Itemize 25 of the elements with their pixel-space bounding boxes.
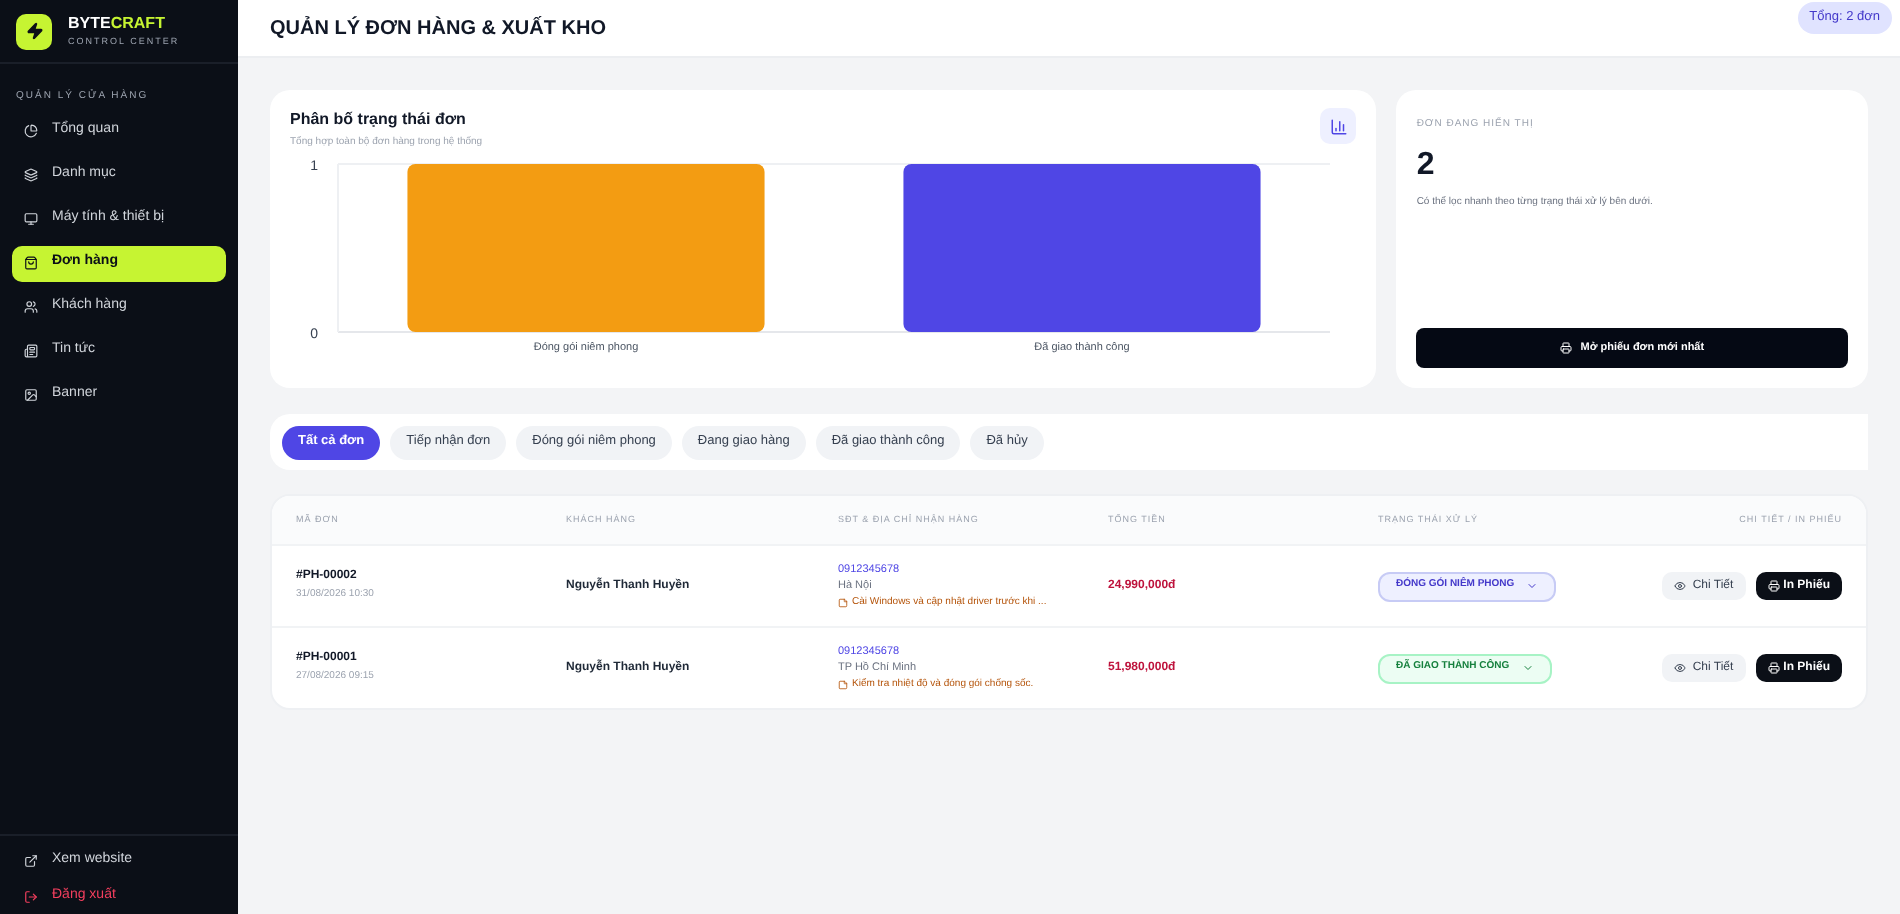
bar-chart-icon (1329, 117, 1348, 135)
card-title: Phân bố trạng thái đơn (290, 108, 468, 132)
order-count: 2 (1416, 145, 1435, 185)
chevron-down-icon (1521, 662, 1534, 674)
brand-name: BYTECRAFT (68, 15, 167, 32)
logout-icon (24, 889, 38, 903)
printer-icon (1560, 342, 1573, 354)
chart-button[interactable] (1320, 108, 1357, 144)
note-icon (838, 597, 848, 608)
note-icon (838, 679, 848, 690)
users-icon (24, 300, 38, 314)
external-link-icon (24, 853, 38, 867)
chevron-down-icon (1526, 580, 1539, 592)
pie-chart-icon (24, 124, 38, 138)
printer-icon (1767, 662, 1780, 674)
layers-icon (24, 168, 38, 182)
printer-icon (1767, 580, 1780, 592)
image-icon (24, 388, 38, 402)
page-title: QUẢN LÝ ĐƠN HÀNG & XUẤT KHO (270, 14, 606, 43)
logo-icon (16, 13, 52, 49)
newspaper-icon (24, 344, 38, 358)
bag-icon (24, 256, 38, 270)
monitor-icon (24, 212, 38, 226)
eye-icon (1674, 580, 1687, 592)
eye-icon (1674, 662, 1687, 674)
